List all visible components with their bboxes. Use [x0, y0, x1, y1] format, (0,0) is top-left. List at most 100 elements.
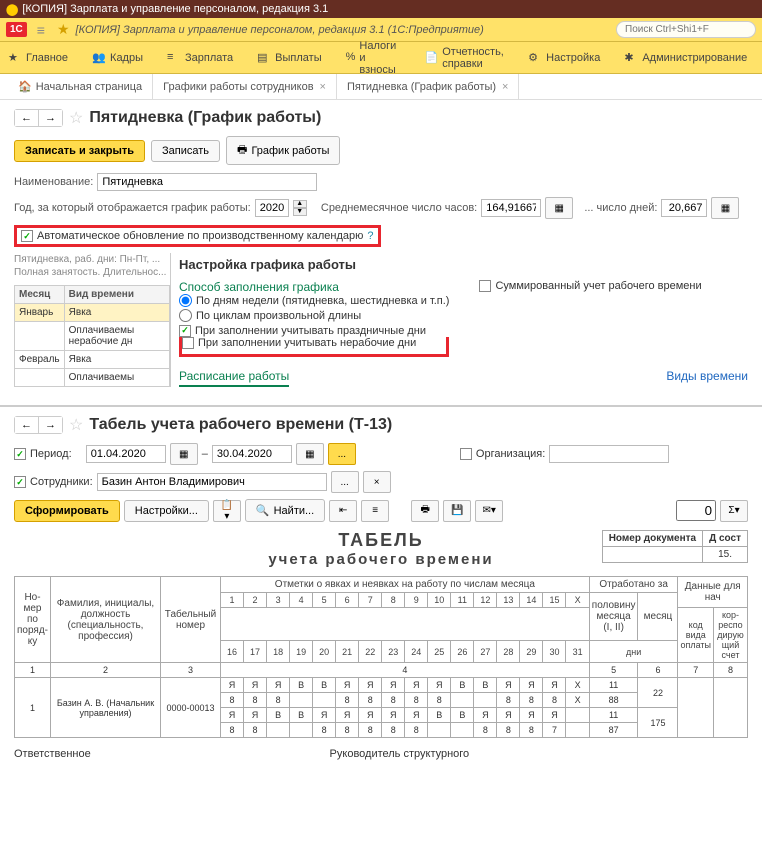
app-title: [КОПИЯ] Зарплата и управление персоналом…	[76, 24, 484, 36]
menu-personnel[interactable]: 👥Кадры	[92, 51, 143, 65]
day-cell: 8	[336, 723, 359, 738]
half-days: 11	[589, 708, 638, 723]
calc-button[interactable]: ▦	[545, 197, 573, 219]
day-cell: 20	[313, 641, 336, 663]
settings-button[interactable]: Настройки...	[124, 500, 209, 522]
ellipsis-button[interactable]: ...	[328, 443, 356, 465]
date-from-input[interactable]	[86, 445, 166, 463]
menu-admin[interactable]: ✱Администрирование	[624, 51, 747, 65]
day-cell: Я	[244, 708, 267, 723]
day-cell: 17	[244, 641, 267, 663]
check-nonwork[interactable]: При заполнении учитывать нерабочие дни	[182, 337, 416, 349]
name-input[interactable]	[97, 173, 317, 191]
org-check[interactable]: Организация:	[460, 448, 545, 460]
search-input[interactable]	[616, 21, 756, 38]
day-cell: Я	[543, 678, 566, 693]
forward-button[interactable]: →	[39, 110, 62, 126]
year-input[interactable]	[255, 199, 289, 217]
month-hours: 175	[638, 708, 678, 738]
period-row: Период: ▦ – ▦ ... Организация:	[14, 443, 748, 465]
year-label: Год, за который отображается график рабо…	[14, 202, 251, 214]
collapse-button[interactable]: ⇤	[329, 500, 357, 522]
star-icon[interactable]: ★	[57, 21, 70, 38]
save-close-button[interactable]: Записать и закрыть	[14, 140, 145, 162]
tab-schedules[interactable]: Графики работы сотрудников×	[153, 74, 337, 99]
calc-button-2[interactable]: ▦	[711, 197, 739, 219]
tab-home[interactable]: 🏠Начальная страница	[8, 74, 153, 99]
radio-input[interactable]	[179, 294, 192, 307]
hdr-half: половину месяца (I, II)	[589, 593, 638, 641]
menu-main[interactable]: ★Главное	[8, 51, 68, 65]
cell[interactable]	[15, 322, 65, 351]
clear-button[interactable]: ×	[363, 471, 391, 493]
save-settings-button[interactable]: 📋▾	[213, 500, 241, 522]
radio-by-cycles[interactable]: По циклам произвольной длины	[179, 309, 449, 322]
radio-by-days[interactable]: По дням недели (пятидневка, шестидневка …	[179, 294, 449, 307]
main-menu: ★Главное 👥Кадры ≡Зарплата ▤Выплаты %Нало…	[0, 42, 762, 74]
radio-input[interactable]	[179, 309, 192, 322]
close-icon[interactable]: ×	[502, 81, 508, 93]
cell[interactable]: Январь	[15, 304, 65, 322]
cell[interactable]: Оплачиваемы нерабочие дн	[64, 322, 169, 351]
day-cell	[290, 693, 313, 708]
forward-button[interactable]: →	[39, 417, 62, 433]
tab-workweek[interactable]: Пятидневка (График работы)×	[337, 74, 520, 99]
calendar-icon[interactable]: ▦	[170, 443, 198, 465]
day-cell: В	[451, 678, 474, 693]
fav-icon[interactable]: ☆	[69, 108, 83, 128]
generate-button[interactable]: Сформировать	[14, 500, 120, 522]
day-cell: Я	[428, 678, 451, 693]
menu-payments[interactable]: ▤Выплаты	[257, 51, 321, 65]
check-holidays[interactable]: При заполнении учитывать праздничные дни	[179, 325, 426, 337]
save-button[interactable]: Записать	[151, 140, 220, 162]
emp-row: Сотрудники: ... ×	[14, 471, 748, 493]
spin-down[interactable]: ▼	[293, 208, 307, 216]
mail-button[interactable]: ✉▾	[475, 500, 503, 522]
cell[interactable]: Явка	[64, 351, 169, 369]
check-sum[interactable]: Суммированный учет рабочего времени	[479, 280, 701, 292]
day-cell: В	[474, 678, 497, 693]
cell[interactable]: Явка	[64, 304, 169, 322]
report-body: Номер документаД сост 15. ТАБЕЛЬ учета р…	[14, 530, 748, 760]
help-icon[interactable]: ?	[367, 230, 373, 242]
auto-update-check[interactable]: Автоматическое обновление по производств…	[21, 230, 363, 242]
fav-icon[interactable]: ☆	[69, 415, 83, 435]
calendar-icon[interactable]: ▦	[296, 443, 324, 465]
tools-icon: ✱	[624, 51, 638, 65]
org-input[interactable]	[549, 445, 669, 463]
emp-input[interactable]	[97, 473, 327, 491]
emp-check[interactable]: Сотрудники:	[14, 476, 93, 488]
tab-timetypes[interactable]: Виды времени	[666, 369, 748, 387]
print-button[interactable]: 🖶График работы	[226, 136, 340, 165]
menu-settings[interactable]: ⚙Настройка	[528, 51, 600, 65]
cell[interactable]	[15, 369, 65, 387]
tab-schedule[interactable]: Расписание работы	[179, 369, 289, 387]
date-to-input[interactable]	[212, 445, 292, 463]
hdr-month: месяц	[638, 593, 678, 641]
menu-taxes[interactable]: %Налоги и взносы	[346, 40, 401, 76]
sigma-input[interactable]	[676, 500, 716, 521]
menu-icon[interactable]: ≡	[37, 22, 45, 38]
sigma-button[interactable]: Σ▾	[720, 500, 748, 522]
printer-icon: 🖶	[237, 141, 247, 160]
avg-hours-input[interactable]	[481, 199, 541, 217]
period-check[interactable]: Период:	[14, 448, 72, 460]
save-file-button[interactable]: 💾	[443, 500, 471, 522]
day-cell: 8	[382, 693, 405, 708]
expand-button[interactable]: ≡	[361, 500, 389, 522]
schedule-left: Пятидневка, раб. дни: Пн-Пт, ... Полная …	[14, 253, 170, 387]
print-button[interactable]: 🖶	[411, 500, 439, 522]
day-cell: 13	[497, 593, 520, 608]
menu-reports[interactable]: 📄Отчетность, справки	[425, 46, 505, 70]
back-button[interactable]: ←	[15, 417, 39, 433]
find-button[interactable]: 🔍Найти...	[245, 499, 325, 522]
page-timesheet: ← → ☆ Табель учета рабочего времени (Т-1…	[0, 405, 762, 768]
back-button[interactable]: ←	[15, 110, 39, 126]
cell[interactable]: Оплачиваемы	[64, 369, 169, 387]
cell[interactable]: Февраль	[15, 351, 65, 369]
avg-days-input[interactable]	[661, 199, 707, 217]
spin-up[interactable]: ▲	[293, 200, 307, 208]
menu-salary[interactable]: ≡Зарплата	[167, 51, 233, 65]
close-icon[interactable]: ×	[320, 81, 326, 93]
ellipsis-button[interactable]: ...	[331, 471, 359, 493]
